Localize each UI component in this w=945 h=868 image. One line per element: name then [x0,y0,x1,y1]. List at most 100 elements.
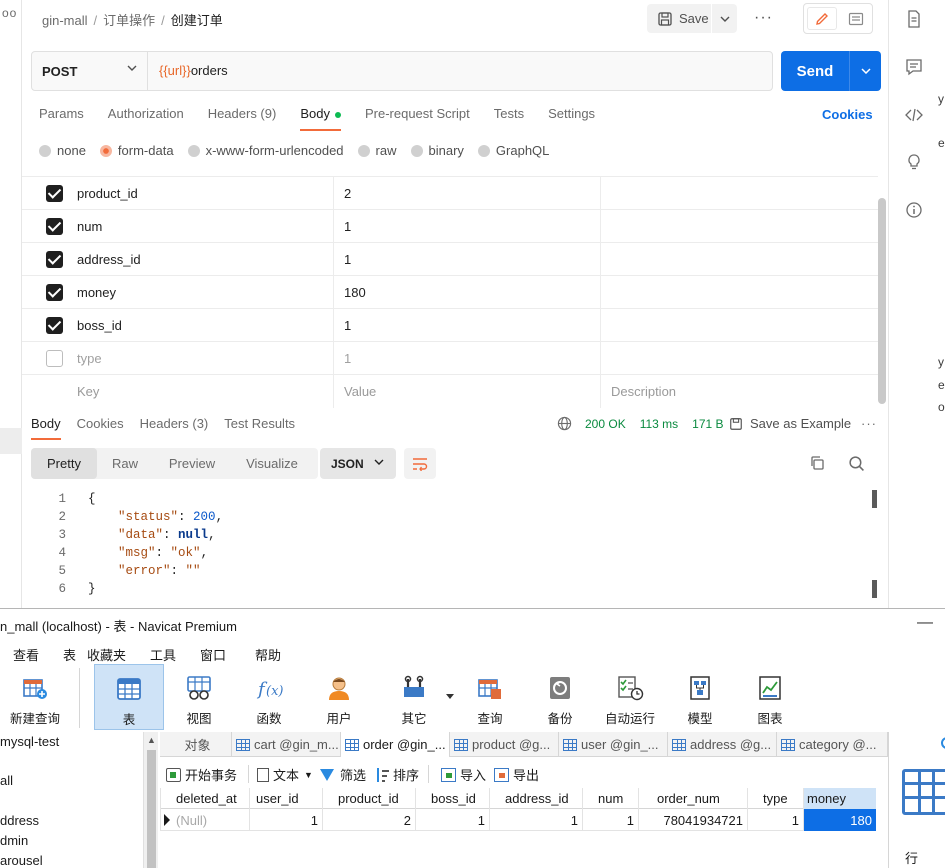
form-key[interactable]: num [77,219,102,234]
breadcrumb-request[interactable]: 创建订单 [171,13,223,28]
breadcrumb-collection[interactable]: gin-mall [42,13,88,28]
send-dropdown-button[interactable] [849,51,881,91]
row-checkbox[interactable] [46,218,63,235]
view-tab-preview[interactable]: Preview [153,448,231,479]
export-button[interactable]: 导出 [494,765,539,784]
new-query-button[interactable]: 新建查询 [0,664,70,730]
form-key[interactable]: boss_id [77,318,122,333]
row-checkbox[interactable] [46,185,63,202]
documentation-icon[interactable] [904,9,924,29]
cookies-link[interactable]: Cookies [822,107,873,122]
code-line[interactable]: } [88,580,96,598]
users-button[interactable]: 用户 [304,664,374,730]
resp-tab-headers[interactable]: Headers (3) [140,416,209,440]
url-input[interactable]: {{url}}orders [159,63,228,78]
code-line[interactable]: { [88,490,96,508]
cell-user-id[interactable]: 1 [249,809,322,831]
query-button[interactable]: 查询 [455,664,525,730]
radio-graphql[interactable]: GraphQL [477,143,549,158]
others-button[interactable]: 其它 [379,664,449,730]
radio-form-data[interactable]: form-data [99,143,174,158]
breadcrumb-folder[interactable]: 订单操作 [103,13,155,28]
tab-pre-request-script[interactable]: Pre-request Script [365,106,470,131]
menu-window[interactable]: 窗口 [200,645,226,664]
column-header[interactable]: num [582,788,638,809]
resp-tab-test-results[interactable]: Test Results [224,416,295,440]
tab-body[interactable]: Body [300,106,341,131]
copy-icon[interactable] [809,455,825,471]
format-select[interactable]: JSON [320,448,396,479]
send-button[interactable]: Send [781,51,881,91]
sort-button[interactable]: 排序 [374,765,419,784]
form-value[interactable]: 1 [344,351,351,366]
tab-headers[interactable]: Headers (9) [208,106,277,131]
tables-button[interactable]: 表 [94,664,164,730]
cell-type[interactable]: 1 [747,809,803,831]
tab-order[interactable]: order @gin_... [341,732,450,757]
save-as-example-button[interactable]: Save as Example [729,416,851,431]
column-header[interactable]: address_id [489,788,582,809]
code-line[interactable]: "error": "" [88,562,201,580]
lightbulb-icon[interactable] [904,152,924,172]
view-tab-pretty[interactable]: Pretty [31,448,97,479]
method-select[interactable]: POST [32,52,148,90]
filter-button[interactable]: 筛选 [320,765,366,784]
edit-mode-button[interactable] [807,7,837,30]
response-more-icon[interactable]: ··· [861,416,877,431]
form-value[interactable]: 180 [344,285,366,300]
sidebar-more-icon[interactable]: oo [2,6,17,20]
form-key[interactable]: type [77,351,102,366]
form-key[interactable]: address_id [77,252,141,267]
new-description-input[interactable]: Description [611,384,676,399]
code-line[interactable]: "data": null, [88,526,216,544]
menu-tools[interactable]: 工具 [150,645,176,664]
tree-item-database[interactable]: all [0,773,13,788]
column-header[interactable]: user_id [249,788,322,809]
view-tab-visualize[interactable]: Visualize [231,448,313,479]
search-icon[interactable] [848,455,865,472]
column-header[interactable]: deleted_at [160,788,249,809]
tab-tests[interactable]: Tests [494,106,524,131]
comments-icon[interactable] [904,57,924,77]
column-header[interactable]: product_id [322,788,415,809]
cell-money[interactable]: 180 [803,809,876,831]
form-value[interactable]: 2 [344,186,351,201]
charts-button[interactable]: 图表 [735,664,805,730]
params-scrollbar[interactable] [878,198,886,404]
docs-mode-button[interactable] [842,7,870,30]
code-line[interactable]: "status": 200, [88,508,223,526]
menu-table[interactable]: 表 [63,645,76,664]
cell-num[interactable]: 1 [582,809,638,831]
tab-address[interactable]: address @g... [668,732,777,757]
tab-category[interactable]: category @... [777,732,888,757]
radio-none[interactable]: none [39,143,86,158]
form-value[interactable]: 1 [344,252,351,267]
radio-x-www-form-urlencoded[interactable]: x-www-form-urlencoded [187,143,344,158]
info-icon[interactable] [904,200,924,220]
wrap-lines-button[interactable] [404,448,436,479]
row-checkbox[interactable] [46,350,63,367]
cell-product-id[interactable]: 2 [322,809,415,831]
automation-button[interactable]: 自动运行 [595,664,665,730]
more-options-icon[interactable]: ··· [754,9,773,27]
begin-transaction-button[interactable]: 开始事务 [166,765,237,784]
row-checkbox[interactable] [46,251,63,268]
radio-raw[interactable]: raw [357,143,397,158]
column-header[interactable]: order_num [638,788,747,809]
row-checkbox[interactable] [46,317,63,334]
tab-objects[interactable]: 对象 [160,732,232,757]
table-row[interactable]: (Null) 1 2 1 1 1 78041934721 1 180 [160,809,876,831]
form-key[interactable]: money [77,285,116,300]
new-value-input[interactable]: Value [344,384,376,399]
resp-tab-cookies[interactable]: Cookies [77,416,124,440]
scroll-up-icon[interactable]: ▲ [147,735,156,745]
cell-boss-id[interactable]: 1 [415,809,489,831]
resp-tab-body[interactable]: Body [31,416,61,440]
tree-scrollbar[interactable]: ▲ [143,732,158,868]
cell-address-id[interactable]: 1 [489,809,582,831]
tab-authorization[interactable]: Authorization [108,106,184,131]
row-checkbox[interactable] [46,284,63,301]
minimize-icon[interactable]: — [917,614,933,632]
tab-user[interactable]: user @gin_... [559,732,668,757]
cell-order-num[interactable]: 78041934721 [638,809,747,831]
